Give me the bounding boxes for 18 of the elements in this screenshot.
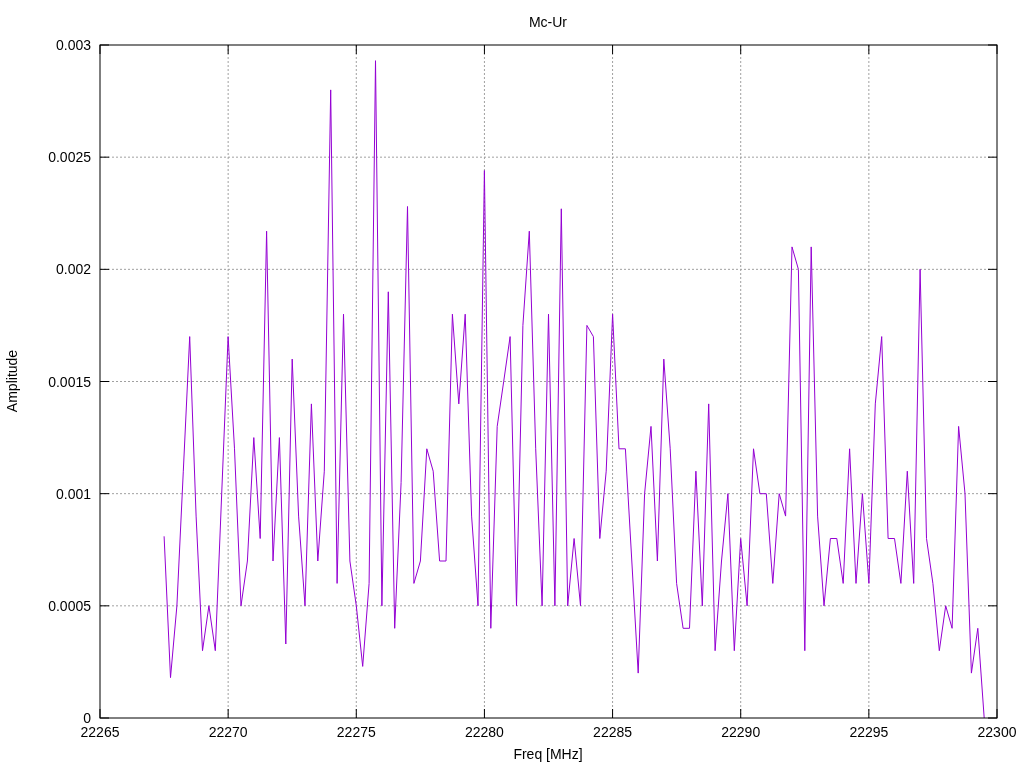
y-axis-title: Amplitude (4, 349, 20, 413)
x-tick-label: 22275 (336, 724, 376, 740)
x-tick-label: 22290 (721, 724, 761, 740)
y-tick-label: 0.001 (55, 485, 91, 502)
y-tick-label: 0.002 (55, 261, 91, 278)
y-tick-label: 0.0015 (48, 373, 91, 390)
y-tick-label: 0 (83, 710, 91, 726)
y-tick-label: 0.0025 (48, 149, 91, 166)
x-tick-label: 22265 (80, 724, 120, 740)
x-axis-title: Freq [MHz] (513, 746, 583, 762)
chart-title: Mc-Ur (528, 14, 568, 30)
x-tick-label: 22295 (849, 724, 889, 740)
x-tick-label: 22280 (464, 724, 504, 740)
y-tick-label: 0.0005 (48, 597, 91, 614)
x-tick-label: 22270 (208, 724, 248, 740)
x-tick-label: 22285 (593, 724, 633, 740)
x-tick-label: 22300 (977, 724, 1017, 740)
y-tick-label: 0.003 (55, 37, 91, 53)
